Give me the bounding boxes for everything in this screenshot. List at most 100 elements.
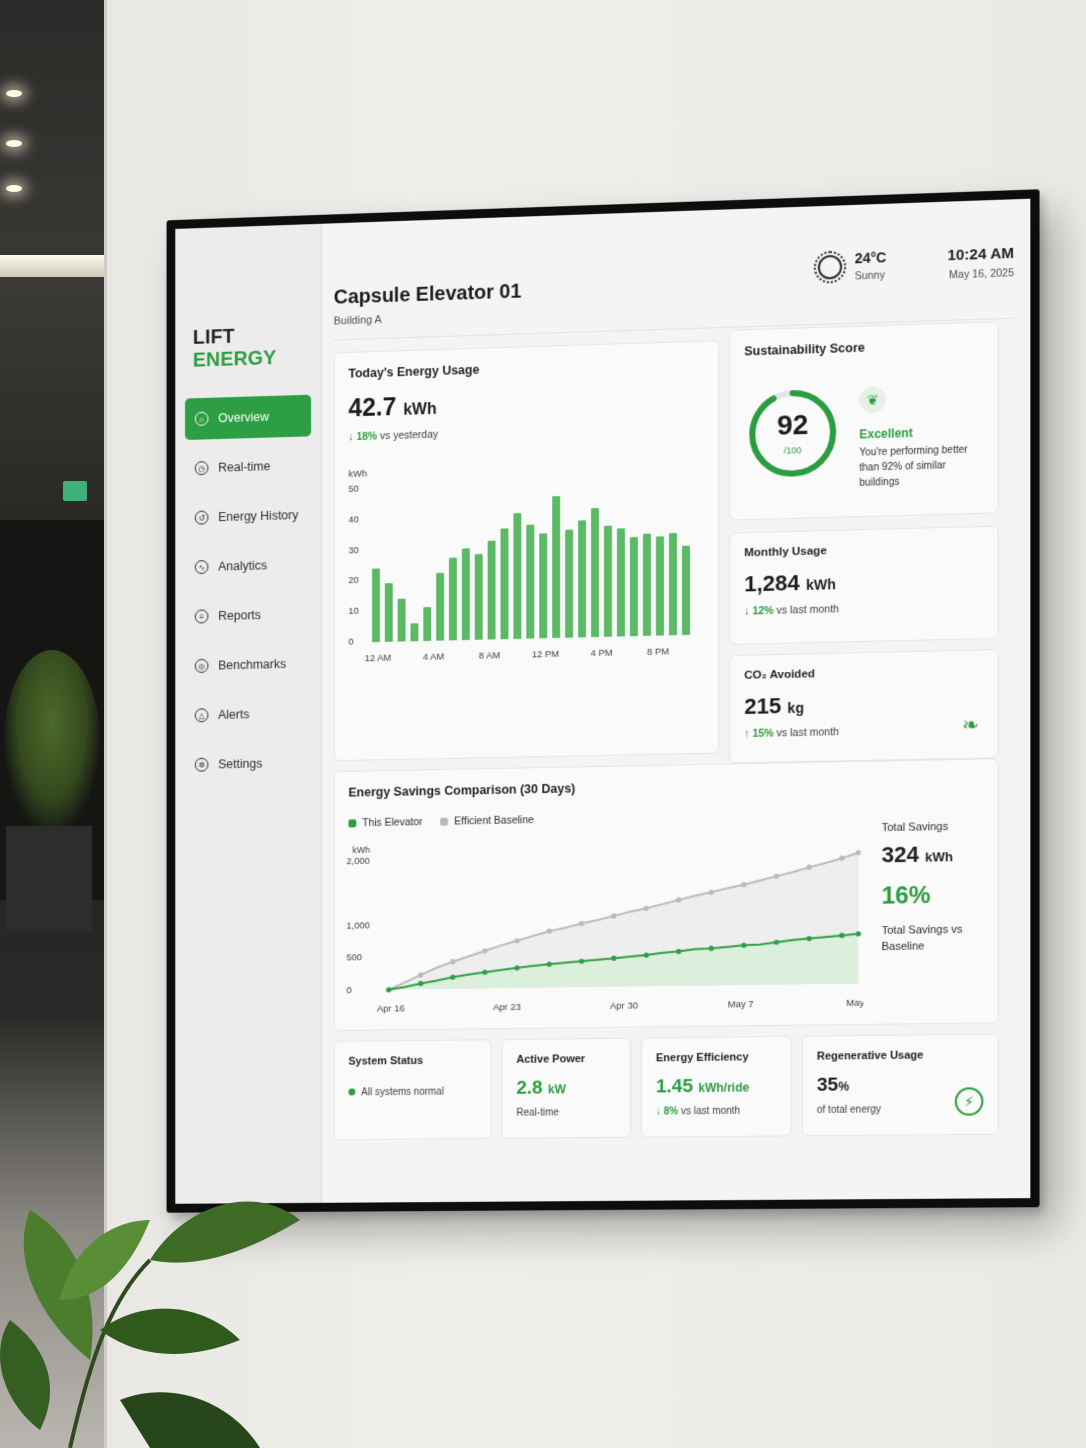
card-title: Energy Savings Comparison (30 Days) bbox=[348, 781, 576, 800]
hourly-bar[interactable] bbox=[603, 525, 612, 637]
monthly-value: 1,284 kWh bbox=[744, 565, 983, 597]
hourly-bar[interactable] bbox=[629, 537, 638, 637]
savings-comparison-card[interactable]: Energy Savings Comparison (30 Days) This… bbox=[333, 758, 999, 1032]
hourly-bar[interactable] bbox=[513, 512, 522, 639]
hourly-bar[interactable] bbox=[436, 573, 445, 641]
top-bar: Capsule Elevator 01 Building A 24°C Sunn… bbox=[333, 199, 1014, 341]
hourly-bar[interactable] bbox=[462, 547, 470, 641]
regen-number: 35 bbox=[816, 1074, 839, 1096]
hourly-bar[interactable] bbox=[655, 536, 664, 636]
x-tick-label: 8 AM bbox=[478, 650, 501, 662]
co2-delta-pct: ↑ 15% bbox=[744, 727, 774, 741]
sidebar-item-alerts[interactable]: △ Alerts bbox=[185, 692, 311, 736]
active-power-unit: kW bbox=[547, 1082, 566, 1097]
baseline-point[interactable] bbox=[855, 849, 861, 856]
hourly-bar[interactable] bbox=[526, 524, 535, 639]
sidebar-item-reports[interactable]: ≡ Reports bbox=[185, 593, 311, 638]
sidebar-item-real-time[interactable]: ◷ Real-time bbox=[185, 444, 311, 489]
wall-edge bbox=[104, 0, 107, 1448]
y-tick-label: 20 bbox=[348, 575, 359, 587]
energy-efficiency-value: 1.45 kWh/ride bbox=[656, 1075, 777, 1098]
hourly-bar[interactable] bbox=[398, 598, 406, 642]
system-status-card[interactable]: System Status All systems normal bbox=[333, 1039, 492, 1141]
hourly-bar[interactable] bbox=[616, 528, 625, 637]
sidebar-item-benchmarks[interactable]: ◎ Benchmarks bbox=[185, 643, 311, 687]
energy-efficiency-title: Energy Efficiency bbox=[655, 1051, 749, 1065]
hourly-bar[interactable] bbox=[487, 541, 496, 640]
hourly-bar[interactable] bbox=[642, 533, 651, 636]
co2-delta-text: vs last month bbox=[773, 726, 840, 740]
legend-label: Efficient Baseline bbox=[454, 814, 534, 828]
y-tick-label: 40 bbox=[348, 514, 359, 526]
hourly-bar[interactable] bbox=[423, 607, 432, 642]
hourly-bar[interactable] bbox=[668, 533, 677, 636]
hourly-bar[interactable] bbox=[474, 553, 483, 640]
hourly-bar[interactable] bbox=[681, 545, 690, 636]
x-tick-label: Apr 16 bbox=[377, 1002, 405, 1013]
sidebar-item-overview[interactable]: ⌂ Overview bbox=[185, 394, 312, 441]
dashboard-screen: LIFT ENERGY ⌂ Overview ◷ Real-time ↺ Energy H… bbox=[175, 198, 1031, 1204]
bell-icon: △ bbox=[194, 708, 209, 723]
today-delta-pct: ↓ 18% bbox=[348, 430, 378, 444]
monthly-value-unit: kWh bbox=[805, 576, 836, 593]
home-icon: ⌂ bbox=[194, 411, 209, 426]
hourly-bar[interactable] bbox=[564, 529, 573, 638]
sidebar-item-energy-history[interactable]: ↺ Energy History bbox=[185, 494, 311, 539]
hourly-bar[interactable] bbox=[449, 557, 458, 641]
monthly-usage-card[interactable]: Monthly Usage 1,284 kWh ↓ 12% vs last mo… bbox=[729, 525, 999, 646]
benchmarks-icon: ◎ bbox=[194, 658, 209, 673]
brand-logo: LIFT ENERGY bbox=[193, 323, 321, 373]
hourly-bar[interactable] bbox=[410, 622, 419, 642]
active-power-value: 2.8 kW bbox=[516, 1077, 616, 1100]
hourly-bar[interactable] bbox=[552, 496, 561, 639]
sidebar-item-settings[interactable]: ✲ Settings bbox=[185, 742, 311, 786]
sidebar-item-label: Settings bbox=[218, 756, 263, 772]
x-tick-label: Apr 23 bbox=[493, 1001, 521, 1012]
sidebar-item-analytics[interactable]: ∿ Analytics bbox=[185, 543, 311, 588]
sidebar-item-label: Energy History bbox=[218, 508, 299, 525]
elevator-point[interactable] bbox=[386, 987, 392, 993]
ceiling-light bbox=[6, 90, 22, 97]
logo-text-energy: ENERGY bbox=[192, 347, 277, 372]
leaf-icon: ❧ bbox=[962, 714, 980, 737]
savings-line-chart: kWh 0 500 1,000 2,000 Apr 16 Apr 23 Apr 30 May 7… bbox=[346, 845, 863, 1014]
monthly-delta: ↓ 12% vs last month bbox=[744, 600, 983, 617]
score-value: 92 bbox=[776, 408, 809, 441]
todays-energy-card[interactable]: Today's Energy Usage 42.7 kWh ↓ 18% vs y… bbox=[333, 340, 720, 762]
clock-time: 10:24 AM bbox=[947, 244, 1014, 265]
regenerative-usage-card[interactable]: Regenerative Usage 35% of total energy ⚡ bbox=[801, 1033, 999, 1137]
score-description: You're performing better than 92% of sim… bbox=[859, 444, 968, 489]
hourly-bar[interactable] bbox=[372, 568, 381, 643]
active-power-card[interactable]: Active Power 2.8 kW Real-time bbox=[501, 1037, 631, 1139]
legend-this-elevator[interactable]: This Elevator bbox=[348, 816, 423, 829]
y-tick-label: 10 bbox=[348, 605, 359, 618]
co2-avoided-card[interactable]: CO₂ Avoided 215 kg ↑ 15% vs last month ❧ bbox=[729, 648, 999, 764]
co2-value-unit: kg bbox=[787, 699, 804, 717]
today-value-unit: kWh bbox=[403, 400, 437, 419]
energy-efficiency-card[interactable]: Energy Efficiency 1.45 kWh/ride ↓ 8% vs … bbox=[640, 1035, 792, 1138]
hourly-bar[interactable] bbox=[385, 583, 394, 642]
y-tick-label: 0 bbox=[348, 636, 354, 648]
hourly-bar[interactable] bbox=[500, 528, 509, 640]
legend-baseline[interactable]: Efficient Baseline bbox=[440, 814, 534, 828]
clock-icon: ◷ bbox=[194, 461, 209, 476]
history-icon: ↺ bbox=[194, 510, 209, 525]
hourly-bar[interactable] bbox=[590, 507, 599, 638]
sidebar-item-label: Overview bbox=[218, 409, 270, 426]
today-delta: ↓ 18% vs yesterday bbox=[348, 421, 704, 444]
x-tick-label: May 7 bbox=[728, 998, 754, 1009]
main-content: Capsule Elevator 01 Building A 24°C Sunn… bbox=[322, 199, 1030, 1203]
efficiency-delta-pct: ↓ 8% bbox=[655, 1106, 679, 1118]
light-beam bbox=[0, 255, 104, 277]
hourly-bar[interactable] bbox=[539, 533, 548, 639]
hourly-bar[interactable] bbox=[577, 520, 586, 638]
total-savings-value: 324 kWh bbox=[882, 840, 994, 868]
active-power-number: 2.8 bbox=[516, 1077, 543, 1099]
co2-value: 215 kg bbox=[744, 689, 983, 720]
energy-efficiency-unit: kWh/ride bbox=[698, 1080, 750, 1096]
logo-text-lift: LIFT bbox=[192, 325, 235, 349]
active-power-sub: Real-time bbox=[516, 1107, 559, 1119]
regenerative-usage-title: Regenerative Usage bbox=[816, 1049, 924, 1063]
analytics-icon: ∿ bbox=[194, 559, 209, 575]
sustainability-score-card[interactable]: Sustainability Score 92 /100 ❦ Excellent… bbox=[729, 321, 999, 521]
